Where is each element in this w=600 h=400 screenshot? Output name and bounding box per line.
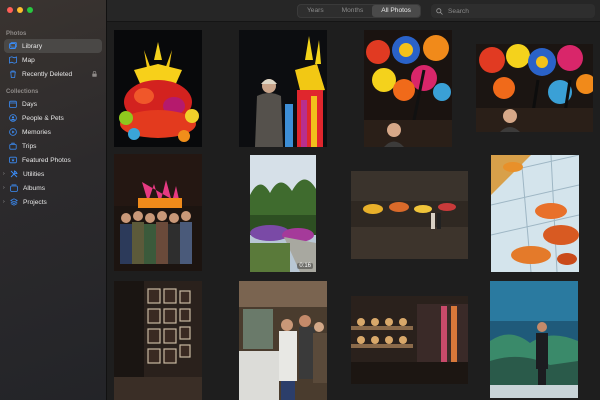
- trips-icon: [8, 142, 17, 150]
- featured-photos-icon: [8, 156, 17, 164]
- photo-glasshouse-chandelier[interactable]: [491, 155, 579, 272]
- days-icon: [8, 100, 17, 108]
- search-icon: [436, 7, 443, 15]
- window-controls: [7, 7, 33, 13]
- photo-chihuly-sculpture-red-yellow[interactable]: [114, 30, 202, 147]
- sidebar-item-label: Utilities: [23, 170, 45, 178]
- sidebar-item-label: Recently Deleted: [22, 70, 73, 78]
- sidebar-item-recently-deleted[interactable]: Recently Deleted: [0, 67, 107, 81]
- toolbar: Years Months All Photos: [107, 0, 600, 22]
- photo-glass-collection-shelves[interactable]: [351, 296, 468, 384]
- photo-grid: 0:16: [107, 22, 600, 400]
- tab-years[interactable]: Years: [298, 5, 333, 17]
- utilities-icon: [9, 170, 18, 178]
- people-icon: [8, 114, 17, 122]
- collections-nav: Days People & Pets Memories Trips Featur…: [0, 97, 107, 209]
- sidebar-item-label: Projects: [23, 198, 47, 206]
- minimize-button[interactable]: [17, 7, 23, 13]
- photo-group-in-gallery[interactable]: [114, 154, 202, 271]
- zoom-button[interactable]: [27, 7, 33, 13]
- collections-section-heading: Collections: [6, 89, 39, 95]
- tab-all-photos[interactable]: All Photos: [372, 5, 420, 17]
- sidebar: Photos Library Map Recently Deleted Coll…: [0, 0, 107, 400]
- sidebar-item-label: Days: [22, 100, 38, 108]
- photo-glass-ceiling-selfie[interactable]: [364, 30, 452, 147]
- sidebar-item-label: Library: [22, 42, 43, 50]
- sidebar-item-featured-photos[interactable]: Featured Photos: [0, 153, 107, 167]
- close-button[interactable]: [7, 7, 13, 13]
- photo-visitors-in-shop[interactable]: [239, 281, 327, 400]
- sidebar-item-library[interactable]: Library: [4, 39, 102, 53]
- sidebar-item-projects[interactable]: › Projects: [0, 195, 107, 209]
- sidebar-item-map[interactable]: Map: [0, 53, 107, 67]
- video-duration: 0:16: [297, 263, 313, 269]
- view-segmented-control: Years Months All Photos: [297, 4, 421, 18]
- photos-section-heading: Photos: [6, 31, 27, 37]
- sidebar-item-days[interactable]: Days: [0, 97, 107, 111]
- photo-aquarium-visitor[interactable]: [490, 281, 578, 398]
- sidebar-item-utilities[interactable]: › Utilities: [0, 167, 107, 181]
- sidebar-item-label: Albums: [23, 184, 45, 192]
- search-field[interactable]: [431, 4, 595, 18]
- sidebar-item-label: Featured Photos: [22, 156, 71, 164]
- sidebar-item-label: Memories: [22, 128, 51, 136]
- sidebar-item-albums[interactable]: › Albums: [0, 181, 107, 195]
- memories-icon: [8, 128, 17, 136]
- library-icon: [8, 42, 17, 50]
- sidebar-item-label: Trips: [22, 142, 37, 150]
- photo-framed-pictures-wall[interactable]: [114, 281, 202, 400]
- sidebar-item-label: People & Pets: [22, 114, 64, 122]
- lock-icon: [92, 71, 97, 77]
- sidebar-item-label: Map: [22, 56, 35, 64]
- tab-months[interactable]: Months: [333, 5, 373, 17]
- photo-woman-with-glass-sculpture[interactable]: [239, 30, 327, 147]
- sidebar-item-memories[interactable]: Memories: [0, 125, 107, 139]
- trash-icon: [8, 70, 17, 78]
- sidebar-item-people-pets[interactable]: People & Pets: [0, 111, 107, 125]
- sidebar-item-trips[interactable]: Trips: [0, 139, 107, 153]
- photos-nav: Library Map Recently Deleted: [0, 39, 107, 81]
- video-garden[interactable]: 0:16: [250, 155, 316, 272]
- projects-icon: [9, 198, 18, 206]
- map-icon: [8, 56, 17, 64]
- photo-glass-ceiling-colorful[interactable]: [476, 44, 593, 132]
- albums-icon: [9, 184, 18, 192]
- search-input[interactable]: [448, 7, 588, 15]
- photo-gallery-room-wide[interactable]: [351, 171, 468, 259]
